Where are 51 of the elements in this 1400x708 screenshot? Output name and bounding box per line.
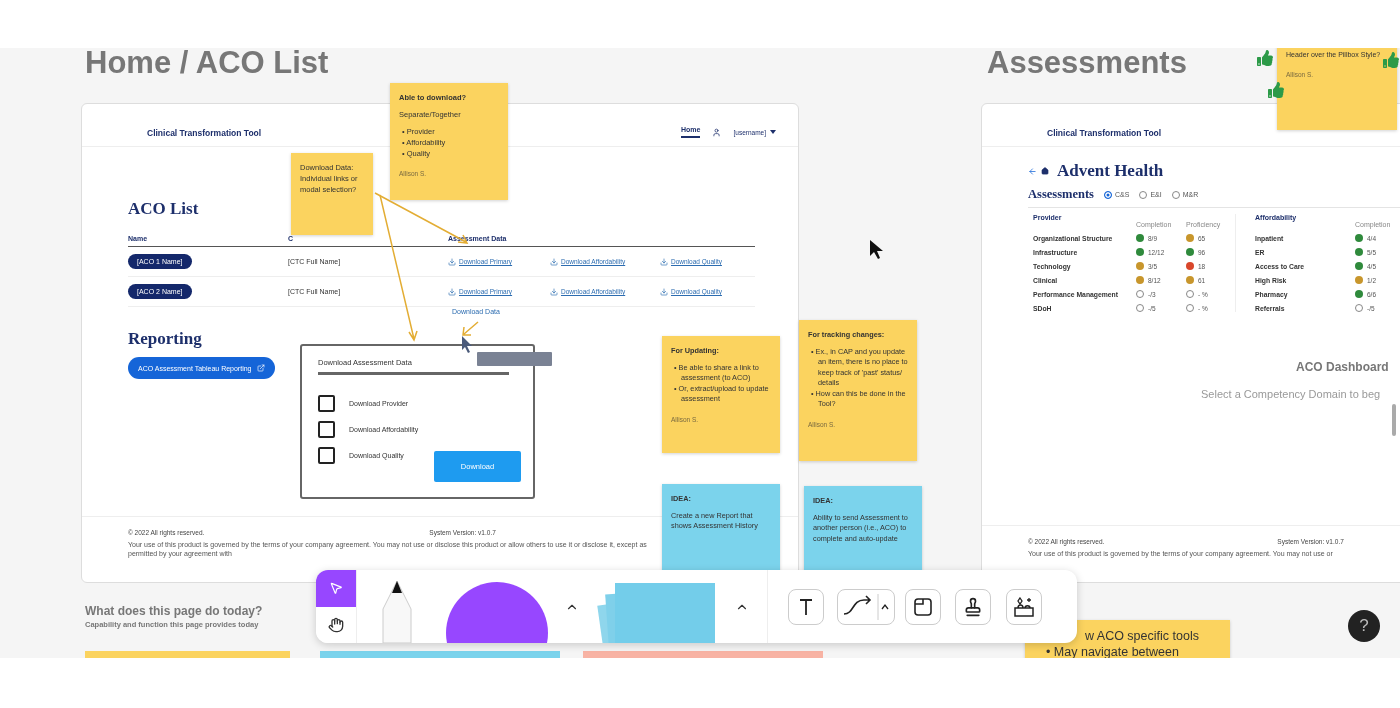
- hand-tool-button[interactable]: [316, 606, 356, 643]
- download-icon: [660, 287, 668, 296]
- sparkle-box-icon: [1012, 595, 1036, 618]
- checkbox[interactable]: [318, 395, 335, 412]
- hand-icon: [328, 616, 344, 633]
- text-tool-button[interactable]: [787, 588, 824, 625]
- pointer-icon: [329, 581, 343, 596]
- empty-status-circle: [1186, 290, 1194, 298]
- thumbs-up-icon: [1268, 82, 1284, 98]
- checkbox[interactable]: [318, 447, 335, 464]
- pointer-tool-button[interactable]: [316, 570, 356, 607]
- empty-status-circle: [1186, 304, 1194, 312]
- section-frame-icon: [912, 595, 934, 618]
- sticky-note-text: w ACO specific tools: [1085, 628, 1200, 645]
- dashboard-title: ACO Dashboard: [1296, 360, 1389, 374]
- download-icon: [550, 287, 558, 296]
- download-icon: [660, 257, 668, 266]
- connector-tool-button[interactable]: [836, 588, 895, 625]
- thumbs-up-icon: [1257, 50, 1273, 66]
- section-heading: Reporting: [128, 329, 202, 349]
- dashboard-hint: Select a Competency Domain to beg: [1201, 388, 1382, 400]
- frame-title: Assessments: [987, 48, 1187, 82]
- stamp-icon: [963, 596, 983, 617]
- download-icon: [448, 287, 456, 296]
- help-button[interactable]: ?: [1348, 610, 1380, 642]
- app-name: Clinical Transformation Tool: [147, 128, 262, 138]
- user-icon: [712, 127, 722, 137]
- section-tool-button[interactable]: [905, 588, 941, 625]
- cursor-icon: [870, 240, 883, 259]
- section-heading: Assessments: [1028, 187, 1094, 202]
- section-title: What does this page do today?: [85, 604, 263, 618]
- checkbox[interactable]: [318, 421, 335, 438]
- sticky-note-bullet: • May navigate between: [1045, 644, 1180, 658]
- caret-down-icon[interactable]: [770, 130, 776, 134]
- external-link-icon: [256, 364, 265, 372]
- page-heading: Advent Health: [1057, 161, 1164, 181]
- widgets-tool-button[interactable]: [1006, 588, 1042, 625]
- cursor-icon: [462, 336, 472, 353]
- empty-status-circle: [1136, 304, 1144, 312]
- connector-arrow: [462, 321, 479, 336]
- page-heading: ACO List: [128, 199, 199, 219]
- empty-status-circle: [1136, 290, 1144, 298]
- download-icon: [448, 257, 456, 266]
- download-icon: [550, 257, 558, 266]
- frame-title: Home / ACO List: [85, 48, 329, 82]
- empty-status-circle: [1355, 304, 1363, 312]
- app-name: Clinical Transformation Tool: [1047, 128, 1162, 138]
- thumbs-up-icon: [1383, 52, 1399, 68]
- home-icon[interactable]: [1041, 167, 1049, 175]
- stamp-tool-button[interactable]: [955, 588, 991, 625]
- scrollbar-thumb: [1392, 404, 1396, 436]
